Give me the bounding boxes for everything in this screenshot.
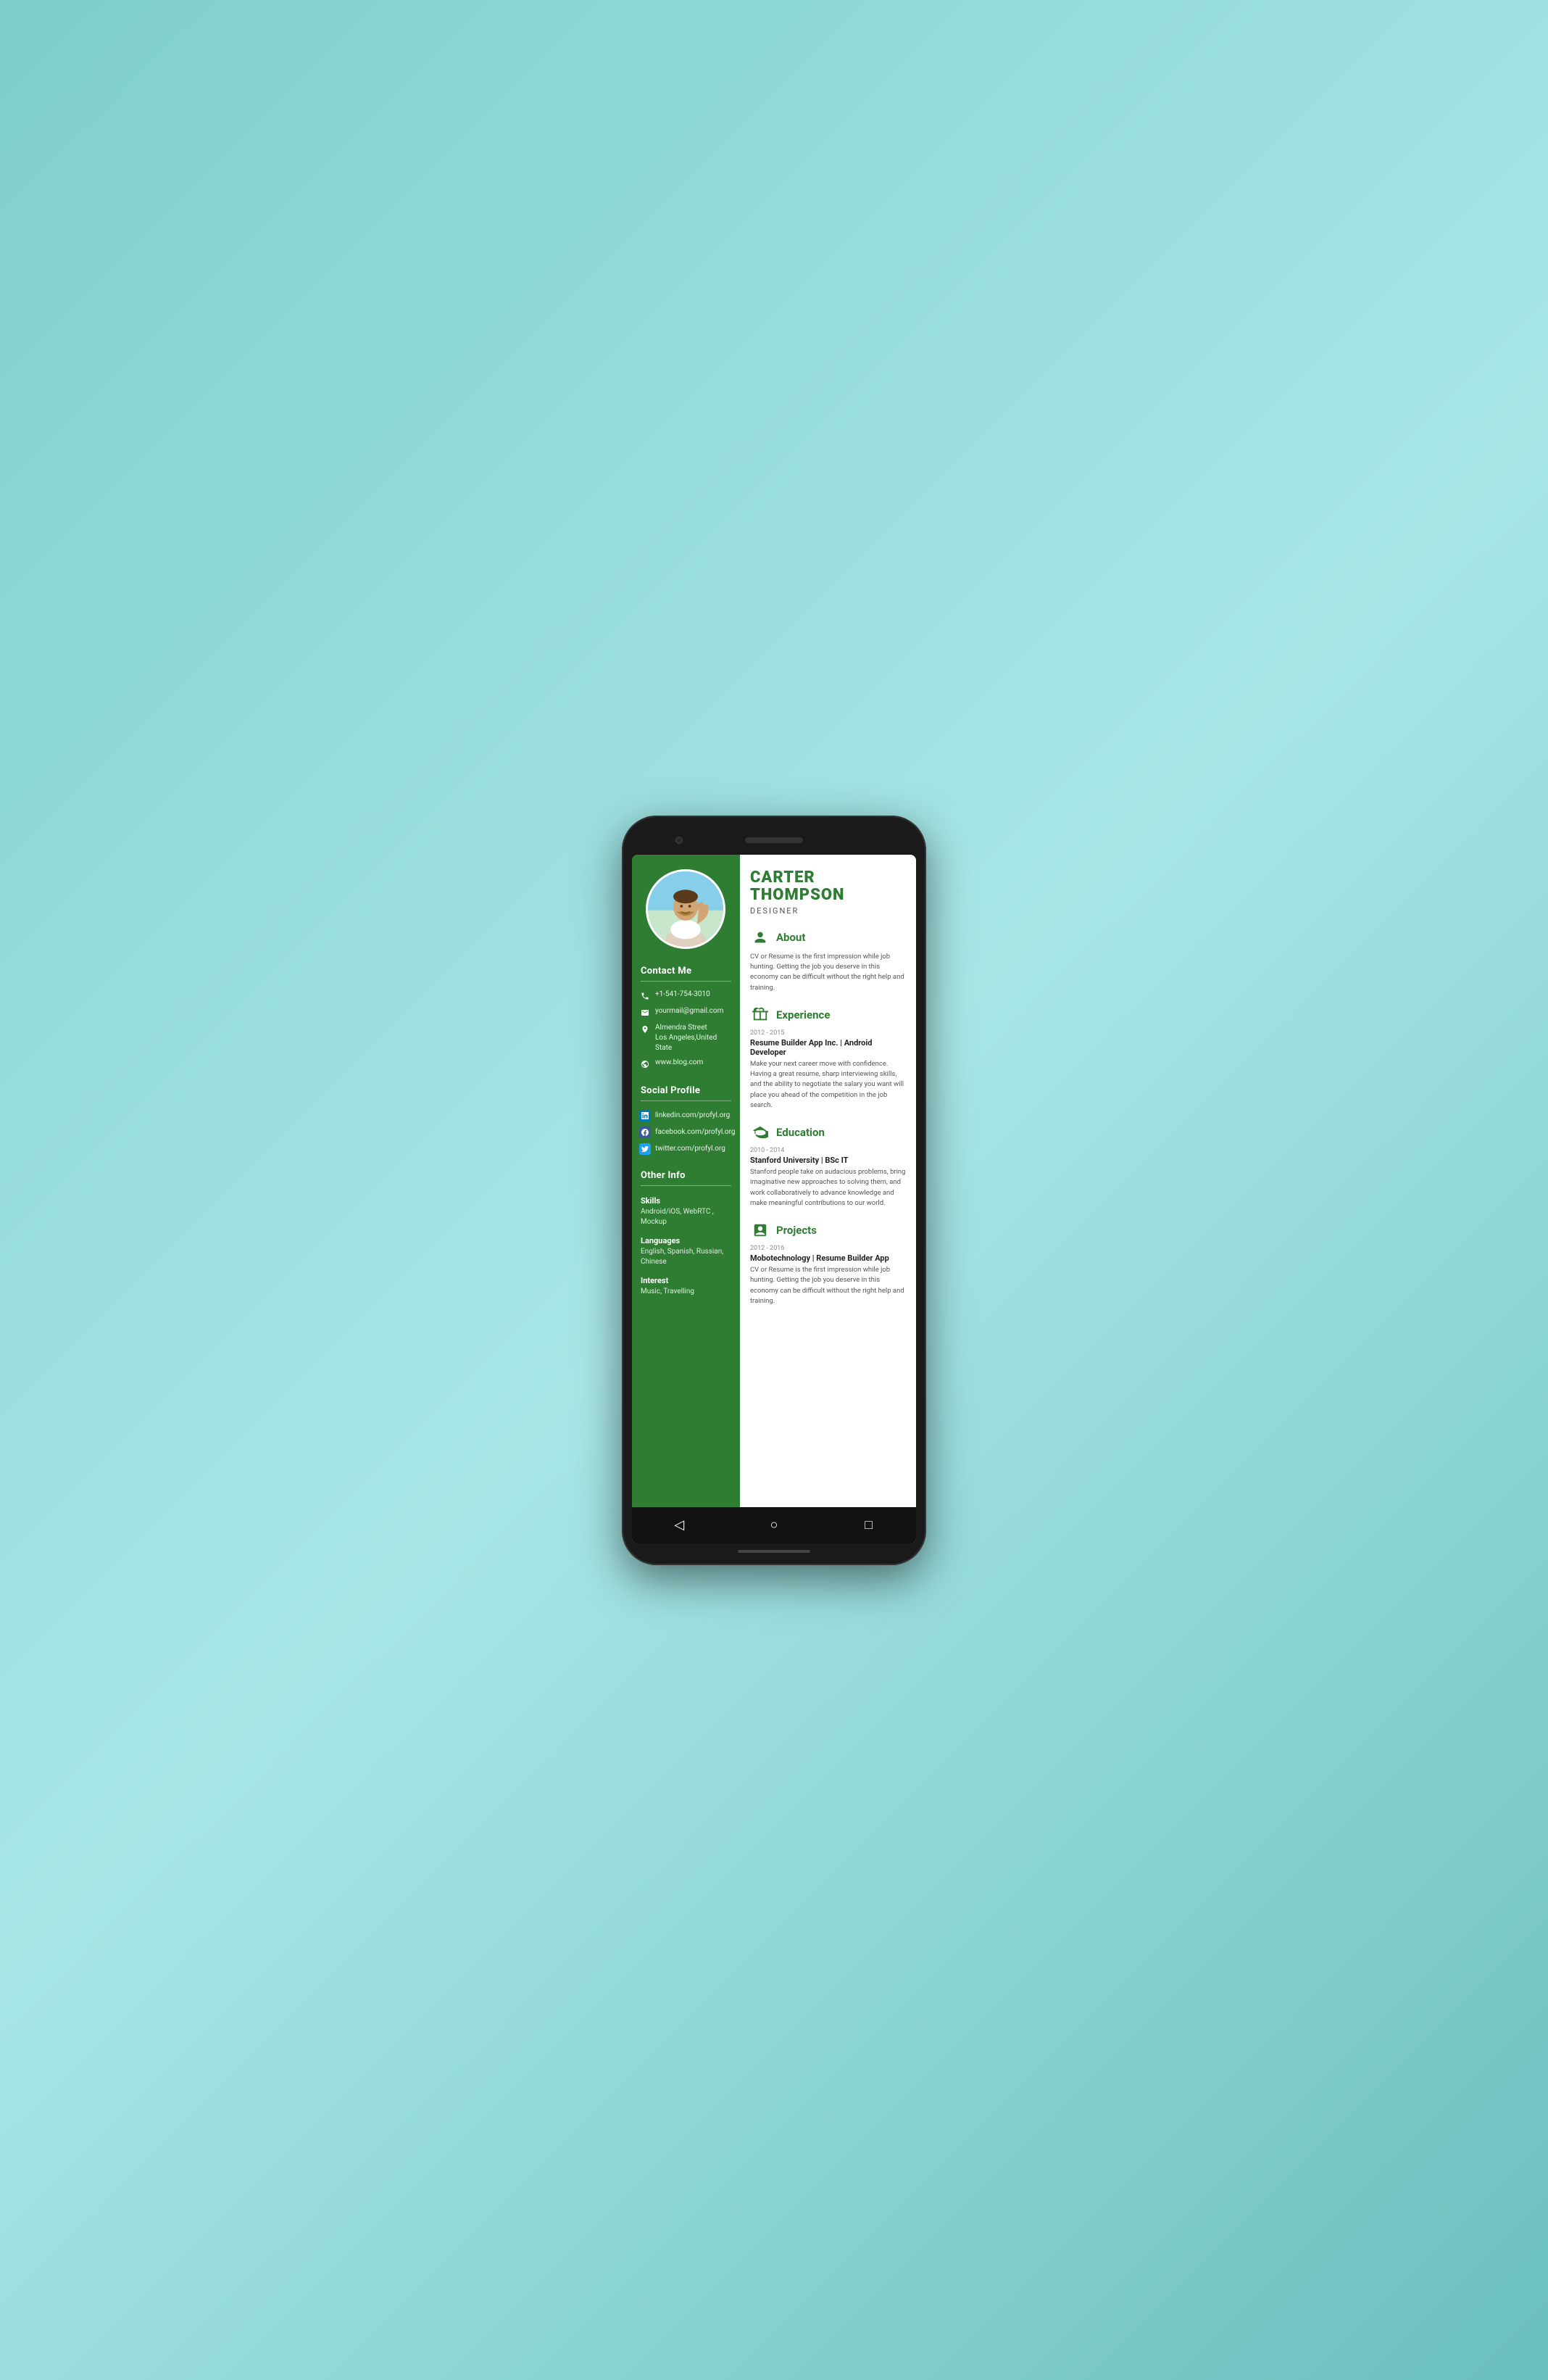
email-icon (639, 1007, 651, 1019)
skills-value: Android/iOS, WebRTC , Mockup (641, 1207, 731, 1227)
twitter-value: twitter.com/profyl.org (655, 1145, 725, 1153)
facebook-value: facebook.com/profyl.org (655, 1128, 736, 1136)
phone-value: +1-541-754-3010 (655, 990, 710, 1000)
education-header: Education (750, 1122, 906, 1143)
address-contact-item: Almendra Street Los Angeles,United State (632, 1021, 740, 1056)
projects-header: Projects (750, 1220, 906, 1240)
phone-bottom-bar (632, 1548, 916, 1555)
projects-section: Projects 2012 - 2016 Mobotechnology | Re… (750, 1220, 906, 1306)
about-header: About (750, 927, 906, 948)
about-section: About CV or Resume is the first impressi… (750, 927, 906, 993)
skills-label: Skills (641, 1196, 731, 1206)
languages-value: English, Spanish, Russian, Chinese (641, 1247, 731, 1267)
projects-entry-0: 2012 - 2016 Mobotechnology | Resume Buil… (750, 1245, 906, 1306)
avatar (646, 869, 725, 949)
email-value: yourmail@gmail.com (655, 1006, 723, 1016)
linkedin-icon (639, 1110, 651, 1121)
facebook-item: facebook.com/profyl.org (632, 1124, 740, 1140)
languages-label: Languages (641, 1236, 731, 1245)
education-icon (750, 1122, 770, 1143)
linkedin-item: linkedin.com/profyl.org (632, 1107, 740, 1124)
education-section: Education 2010 - 2014 Stanford Universit… (750, 1122, 906, 1208)
phone-top-bar (632, 829, 916, 852)
location-icon (639, 1024, 651, 1035)
person-name: CARTER THOMPSON (750, 869, 906, 904)
other-info-divider (641, 1185, 731, 1186)
avatar-image (648, 869, 723, 947)
experience-entry-title-0: Resume Builder App Inc. | Android Develo… (750, 1038, 906, 1057)
languages-item: Languages English, Spanish, Russian, Chi… (632, 1232, 740, 1272)
social-profile-label: Social Profile (632, 1079, 740, 1099)
experience-icon (750, 1005, 770, 1025)
phone-screen: Contact Me +1-541-754-3010 yourmail@gmai… (632, 855, 916, 1543)
experience-entry-0: 2012 - 2015 Resume Builder App Inc. | An… (750, 1029, 906, 1111)
projects-title: Projects (776, 1224, 817, 1237)
projects-body: 2012 - 2016 Mobotechnology | Resume Buil… (750, 1245, 906, 1306)
social-divider (641, 1100, 731, 1101)
home-indicator (738, 1550, 810, 1553)
contact-me-label: Contact Me (632, 960, 740, 979)
twitter-item: twitter.com/profyl.org (632, 1140, 740, 1157)
phone-speaker (745, 837, 803, 843)
avatar-container (632, 855, 740, 960)
interest-label: Interest (641, 1276, 731, 1285)
sidebar: Contact Me +1-541-754-3010 yourmail@gmai… (632, 855, 740, 1507)
facebook-icon (639, 1127, 651, 1138)
projects-icon (750, 1220, 770, 1240)
experience-title: Experience (776, 1008, 831, 1021)
about-description: CV or Resume is the first impression whi… (750, 952, 906, 993)
website-icon (639, 1058, 651, 1070)
experience-body: 2012 - 2015 Resume Builder App Inc. | An… (750, 1029, 906, 1111)
about-body: CV or Resume is the first impression whi… (750, 952, 906, 993)
education-date-0: 2010 - 2014 (750, 1147, 906, 1154)
phone-device: Contact Me +1-541-754-3010 yourmail@gmai… (622, 816, 926, 1565)
skills-item: Skills Android/iOS, WebRTC , Mockup (632, 1192, 740, 1232)
phone-icon (639, 990, 651, 1002)
twitter-icon (639, 1143, 651, 1155)
experience-header: Experience (750, 1005, 906, 1025)
experience-date-0: 2012 - 2015 (750, 1029, 906, 1037)
phone-camera (675, 837, 683, 844)
education-entry-desc-0: Stanford people take on audacious proble… (750, 1167, 906, 1208)
person-title: DESIGNER (750, 906, 906, 916)
website-contact-item: www.blog.com (632, 1056, 740, 1072)
resume-container: Contact Me +1-541-754-3010 yourmail@gmai… (632, 855, 916, 1507)
main-content: CARTER THOMPSON DESIGNER About CV or Res… (740, 855, 916, 1507)
projects-entry-desc-0: CV or Resume is the first impression whi… (750, 1265, 906, 1306)
interest-item: Interest Music, Travelling (632, 1272, 740, 1301)
email-contact-item: yourmail@gmail.com (632, 1004, 740, 1021)
education-body: 2010 - 2014 Stanford University | BSc IT… (750, 1147, 906, 1208)
projects-date-0: 2012 - 2016 (750, 1245, 906, 1252)
experience-entry-desc-0: Make your next career move with confiden… (750, 1059, 906, 1111)
back-button[interactable]: ◁ (668, 1514, 690, 1536)
address-value: Almendra Street Los Angeles,United State (655, 1023, 733, 1053)
other-info-label: Other Info (632, 1164, 740, 1184)
linkedin-value: linkedin.com/profyl.org (655, 1111, 730, 1119)
education-title: Education (776, 1126, 825, 1139)
phone-contact-item: +1-541-754-3010 (632, 987, 740, 1004)
education-entry-0: 2010 - 2014 Stanford University | BSc IT… (750, 1147, 906, 1208)
interest-value: Music, Travelling (641, 1287, 731, 1297)
android-nav-bar: ◁ ○ □ (632, 1507, 916, 1543)
education-entry-title-0: Stanford University | BSc IT (750, 1156, 906, 1165)
home-button[interactable]: ○ (763, 1514, 785, 1536)
about-title: About (776, 931, 805, 944)
about-icon (750, 927, 770, 948)
projects-entry-title-0: Mobotechnology | Resume Builder App (750, 1253, 906, 1263)
website-value: www.blog.com (655, 1058, 703, 1068)
recents-button[interactable]: □ (858, 1514, 880, 1536)
contact-divider (641, 981, 731, 982)
experience-section: Experience 2012 - 2015 Resume Builder Ap… (750, 1005, 906, 1111)
